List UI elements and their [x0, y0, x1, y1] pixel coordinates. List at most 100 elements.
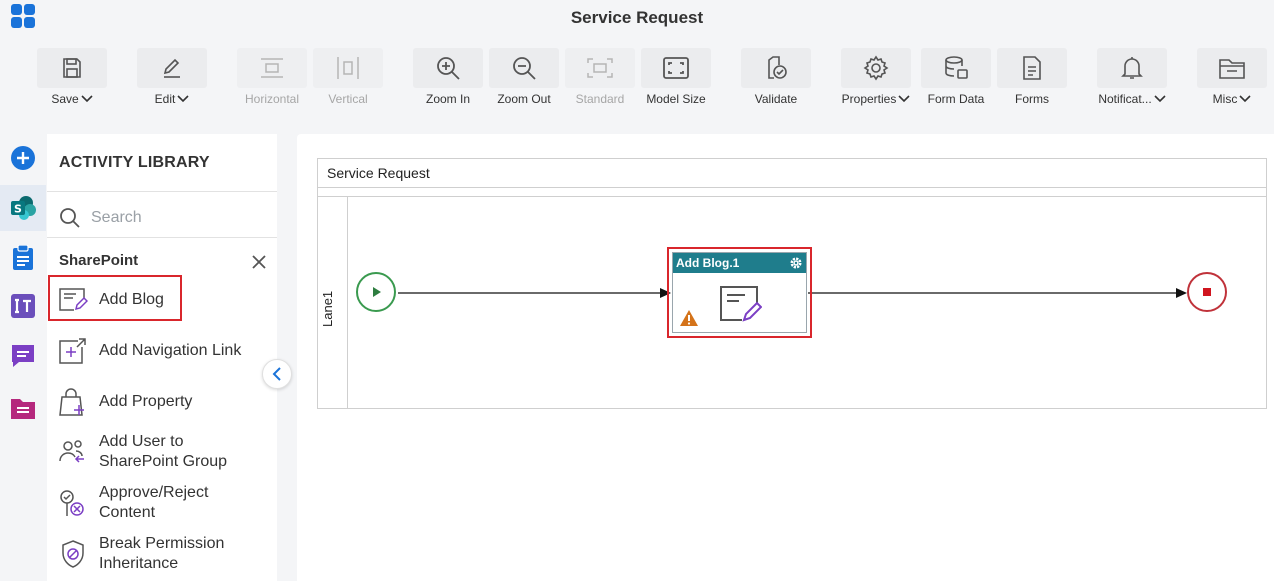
- divider: [47, 191, 277, 192]
- library-item-add-user-group[interactable]: Add User to SharePoint Group: [47, 432, 277, 472]
- add-user-group-icon: [59, 440, 84, 463]
- rail-text[interactable]: [0, 283, 46, 329]
- save-button[interactable]: Save: [37, 48, 107, 110]
- search-input[interactable]: Search: [59, 206, 269, 230]
- collapse-library-button[interactable]: [262, 359, 292, 389]
- properties-button[interactable]: Properties: [841, 48, 911, 110]
- break-permission-icon: [62, 540, 84, 568]
- left-rail: S: [0, 134, 46, 581]
- clipboard-icon: [13, 245, 33, 270]
- forms-button[interactable]: Forms: [997, 48, 1067, 110]
- library-item-add-property[interactable]: Add Property: [47, 387, 277, 417]
- properties-label: Properties: [841, 92, 897, 106]
- standard-size-icon: [587, 58, 613, 78]
- warning-icon: [680, 310, 698, 326]
- rail-messages[interactable]: [0, 333, 46, 379]
- toolbar: Save Edit Horizontal Vertical Zoom In Zo…: [0, 38, 1274, 114]
- add-property-icon: [59, 388, 84, 416]
- standard-button[interactable]: Standard: [565, 48, 635, 110]
- sharepoint-icon: S: [11, 196, 36, 220]
- zoom-in-label: Zoom In: [425, 92, 470, 106]
- rail-tasks[interactable]: [0, 235, 46, 281]
- chevron-down-icon: [177, 95, 189, 103]
- library-title: ACTIVITY LIBRARY: [59, 154, 210, 171]
- save-icon: [63, 58, 81, 78]
- chevron-down-icon: [1154, 95, 1166, 103]
- zoom-out-label: Zoom Out: [497, 92, 551, 106]
- library-item-add-navigation-link[interactable]: Add Navigation Link: [47, 337, 277, 365]
- rail-add[interactable]: [0, 135, 46, 181]
- chat-icon: [12, 345, 34, 367]
- validate-button[interactable]: Validate: [741, 48, 811, 110]
- category-title: SharePoint: [59, 252, 139, 269]
- rail-documents[interactable]: [0, 385, 46, 431]
- validate-label: Validate: [754, 92, 798, 106]
- gear-icon: [863, 55, 889, 81]
- notifications-button[interactable]: Notificat...: [1097, 48, 1167, 110]
- search-icon: [60, 208, 80, 228]
- library-item-label: Break Permission Inheritance: [99, 535, 225, 572]
- pool-header: Service Request: [318, 159, 1266, 188]
- validate-icon: [768, 56, 787, 79]
- end-event[interactable]: [1187, 272, 1227, 312]
- bell-icon: [1121, 57, 1143, 79]
- horizontal-button[interactable]: Horizontal: [237, 48, 307, 110]
- edit-button[interactable]: Edit: [137, 48, 207, 110]
- library-item-approve-reject[interactable]: Approve/Reject Content: [47, 483, 277, 523]
- model-size-button[interactable]: Model Size: [641, 48, 711, 110]
- misc-button[interactable]: Misc: [1197, 48, 1267, 110]
- rail-sharepoint[interactable]: S: [0, 185, 46, 231]
- selection-highlight: [48, 275, 182, 321]
- model-size-icon: [663, 57, 689, 79]
- form-data-label: Form Data: [927, 92, 985, 106]
- start-event[interactable]: [356, 272, 396, 312]
- zoom-out-icon: [513, 57, 536, 80]
- vertical-layout-icon: [337, 57, 359, 79]
- chevron-down-icon: [81, 95, 93, 103]
- page-title: Service Request: [570, 8, 704, 27]
- gear-icon[interactable]: [789, 256, 803, 270]
- notifications-label: Notificat...: [1098, 92, 1152, 106]
- misc-label: Misc: [1212, 92, 1238, 106]
- standard-label: Standard: [575, 92, 625, 106]
- edit-icon: [163, 58, 180, 78]
- forms-icon: [1023, 56, 1041, 80]
- add-navigation-link-icon: [59, 338, 86, 364]
- divider: [47, 237, 277, 238]
- chevron-down-icon: [1239, 95, 1251, 103]
- stop-icon: [1203, 288, 1211, 296]
- library-item-label: Add Property: [99, 393, 193, 410]
- add-blog-icon: [720, 286, 762, 322]
- task-add-blog[interactable]: Add Blog.1: [672, 252, 807, 333]
- lane-label: Lane1: [320, 290, 335, 327]
- folder-doc-icon: [11, 399, 35, 419]
- horizontal-layout-icon: [261, 58, 283, 78]
- form-data-button[interactable]: Form Data: [921, 48, 991, 110]
- horizontal-label: Horizontal: [244, 92, 300, 106]
- lane-header[interactable]: Lane1: [318, 197, 348, 408]
- pool-title: Service Request: [327, 165, 430, 181]
- activity-library: ACTIVITY LIBRARY Search SharePoint Add B…: [47, 134, 277, 581]
- vertical-button[interactable]: Vertical: [313, 48, 383, 110]
- library-item-label: Add Navigation Link: [99, 342, 242, 359]
- zoom-out-button[interactable]: Zoom Out: [489, 48, 559, 110]
- library-item-label: Add User to SharePoint Group: [99, 433, 228, 470]
- library-item-label: Approve/Reject Content: [99, 484, 209, 521]
- chevron-left-icon: [272, 367, 281, 381]
- zoom-in-icon: [437, 57, 460, 80]
- play-icon: [373, 287, 381, 297]
- task-title: Add Blog.1: [676, 256, 740, 270]
- title-bar: Service Request: [0, 0, 1274, 38]
- lane-divider: [318, 196, 1266, 197]
- library-item-break-permission[interactable]: Break Permission Inheritance: [47, 534, 277, 574]
- plus-circle-icon: [11, 146, 35, 170]
- save-label: Save: [51, 92, 79, 106]
- search-placeholder: Search: [91, 209, 142, 226]
- folder-icon: [1219, 59, 1245, 79]
- model-size-label: Model Size: [646, 92, 706, 106]
- edit-label: Edit: [154, 92, 176, 106]
- close-icon[interactable]: [251, 254, 267, 270]
- zoom-in-button[interactable]: Zoom In: [413, 48, 483, 110]
- approve-reject-icon: [60, 490, 84, 516]
- forms-label: Forms: [1015, 92, 1049, 106]
